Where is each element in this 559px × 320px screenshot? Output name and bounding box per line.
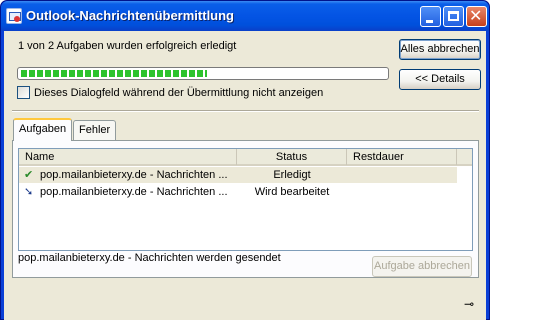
dont-show-dialog-option[interactable]: Dieses Dialogfeld während der Übermittlu… [17,86,323,100]
tab-fehler[interactable]: Fehler [73,120,117,140]
table-row[interactable]: ➘ pop.mailanbieterxy.de - Nachrichten ..… [19,184,457,200]
dialog-window: Outlook-Nachrichtenübermittlung ✕ 1 von … [0,0,490,320]
close-icon: ✕ [469,6,483,25]
maximize-icon [448,11,459,21]
maximize-button[interactable] [443,6,464,27]
dont-show-label: Dieses Dialogfeld während der Übermittlu… [34,87,324,99]
cancel-task-button: Aufgabe abbrechen [372,256,472,277]
minimize-icon [426,20,433,23]
dialog-client-area: 1 von 2 Aufgaben wurden erfolgreich erle… [4,31,486,320]
status-line: pop.mailanbieterxy.de - Nachrichten werd… [18,252,281,264]
row-name: pop.mailanbieterxy.de - Nachrichten ... [40,169,228,181]
table-row[interactable]: ✔ pop.mailanbieterxy.de - Nachrichten ..… [19,167,457,183]
progress-summary: 1 von 2 Aufgaben wurden erfolgreich erle… [18,40,237,52]
list-header: Name Status Restdauer [19,149,472,166]
minimize-button[interactable] [420,6,441,27]
cancel-all-button[interactable]: Alles abbrechen [399,39,481,60]
separator [12,110,479,112]
column-header-restdauer[interactable]: Restdauer [347,149,457,165]
tab-aufgaben[interactable]: Aufgaben [13,118,73,141]
row-status: Erledigt [273,169,311,181]
in-progress-arrow-icon: ➘ [24,185,34,198]
progress-bar-fill [21,70,207,77]
details-button[interactable]: << Details [399,69,481,90]
checkmark-icon: ✔ [24,168,34,181]
row-status: Wird bearbeitet [254,186,330,198]
row-name: pop.mailanbieterxy.de - Nachrichten ... [40,186,228,198]
dont-show-checkbox[interactable] [17,86,30,99]
progress-bar [17,67,389,80]
tasks-list[interactable]: Name Status Restdauer ✔ pop.mailanbieter… [18,148,473,251]
column-header-name[interactable]: Name [19,149,237,165]
close-button[interactable]: ✕ [466,6,487,27]
column-header-status[interactable]: Status [237,149,347,165]
outlook-app-icon [6,8,22,24]
pin-icon[interactable]: ⊸ [464,297,474,311]
window-title: Outlook-Nachrichtenübermittlung [26,8,234,23]
title-bar[interactable]: Outlook-Nachrichtenübermittlung ✕ [1,1,489,31]
